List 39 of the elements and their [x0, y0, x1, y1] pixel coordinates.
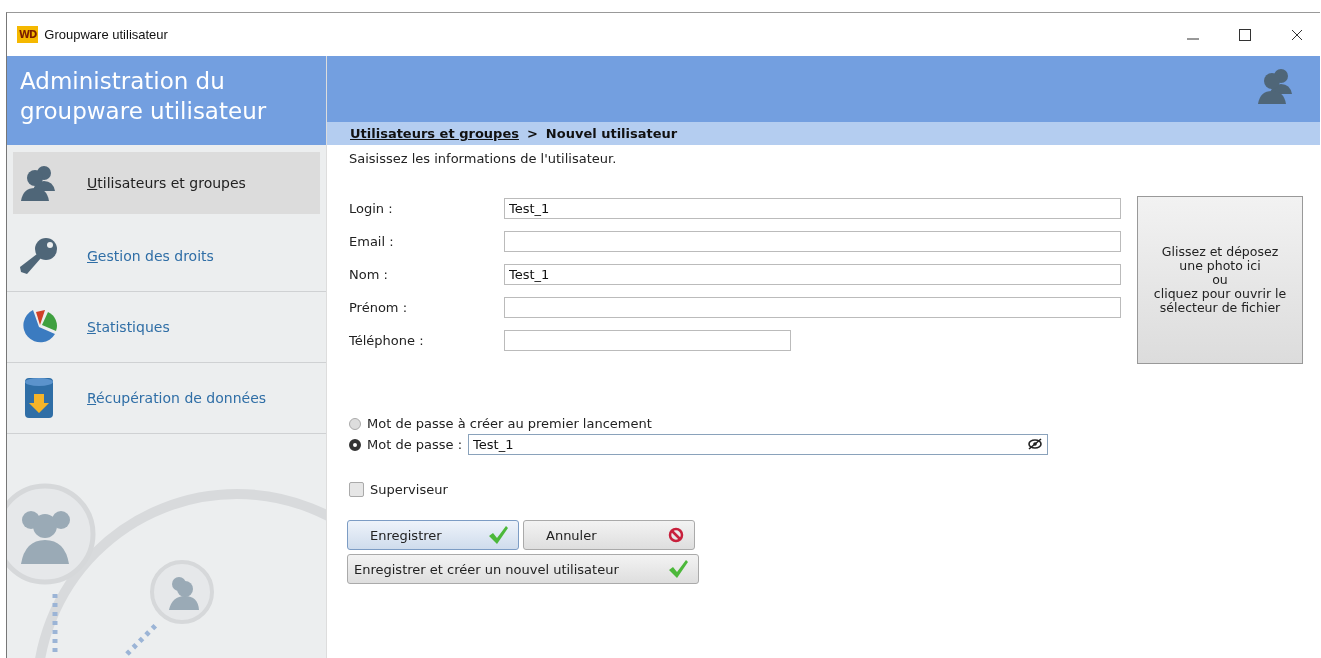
sidebar-item[interactable]: Récupération de données — [7, 363, 326, 434]
action-button[interactable]: Enregistrer et créer un nouvel utilisateur — [347, 554, 699, 584]
check-icon — [488, 526, 508, 544]
checkbox[interactable] — [349, 482, 364, 497]
window-title: Groupware utilisateur — [44, 27, 169, 42]
text-field[interactable] — [504, 297, 1121, 318]
radio-button[interactable] — [349, 417, 361, 430]
checkbox-label: Superviseur — [370, 482, 448, 497]
text-field[interactable] — [504, 231, 1121, 252]
photo-drop-zone[interactable]: Glissez et déposez une photo ici ou cliquez pour ouvrir le sélecteur de fichier — [1137, 196, 1303, 364]
breadcrumb-separator: > — [526, 126, 538, 141]
action-button[interactable]: Annuler — [523, 520, 695, 550]
radio-label: Mot de passe à créer au premier lancement — [367, 416, 652, 431]
password-field[interactable]: Test_1 — [468, 434, 1049, 455]
breadcrumb-link[interactable]: Utilisateurs et groupes — [350, 126, 519, 141]
breadcrumb-current: Nouvel utilisateur — [545, 126, 678, 141]
text-field[interactable]: Test_1 — [504, 264, 1121, 285]
app-logo: WD — [17, 26, 39, 43]
text-field[interactable] — [504, 330, 791, 351]
field-label: Nom : — [349, 267, 389, 282]
radio-label: Mot de passe : — [367, 437, 463, 452]
text-field[interactable]: Test_1 — [504, 198, 1121, 219]
field-label: Téléphone : — [349, 333, 425, 348]
field-label: Prénom : — [349, 300, 409, 315]
sidebar-item[interactable]: Utilisateurs et groupes — [13, 152, 320, 214]
field-label: Login : — [349, 201, 394, 216]
intro-text: Saisissez les informations de l'utilisateur. — [349, 151, 618, 166]
check-icon — [668, 560, 688, 578]
action-button[interactable]: Enregistrer — [347, 520, 519, 550]
sidebar-item[interactable]: Statistiques — [7, 292, 326, 363]
forbidden-icon — [668, 527, 684, 543]
sidebar-item[interactable]: Gestion des droits — [7, 221, 326, 292]
hidden-eye-icon[interactable] — [1028, 438, 1043, 450]
radio-button[interactable] — [349, 438, 361, 451]
key-icon — [19, 236, 59, 276]
maximize-icon[interactable] — [1239, 28, 1251, 41]
close-icon[interactable] — [1291, 28, 1303, 41]
field-label: Email : — [349, 234, 395, 249]
app-heading: Administration du groupware utilisateur — [20, 67, 268, 126]
